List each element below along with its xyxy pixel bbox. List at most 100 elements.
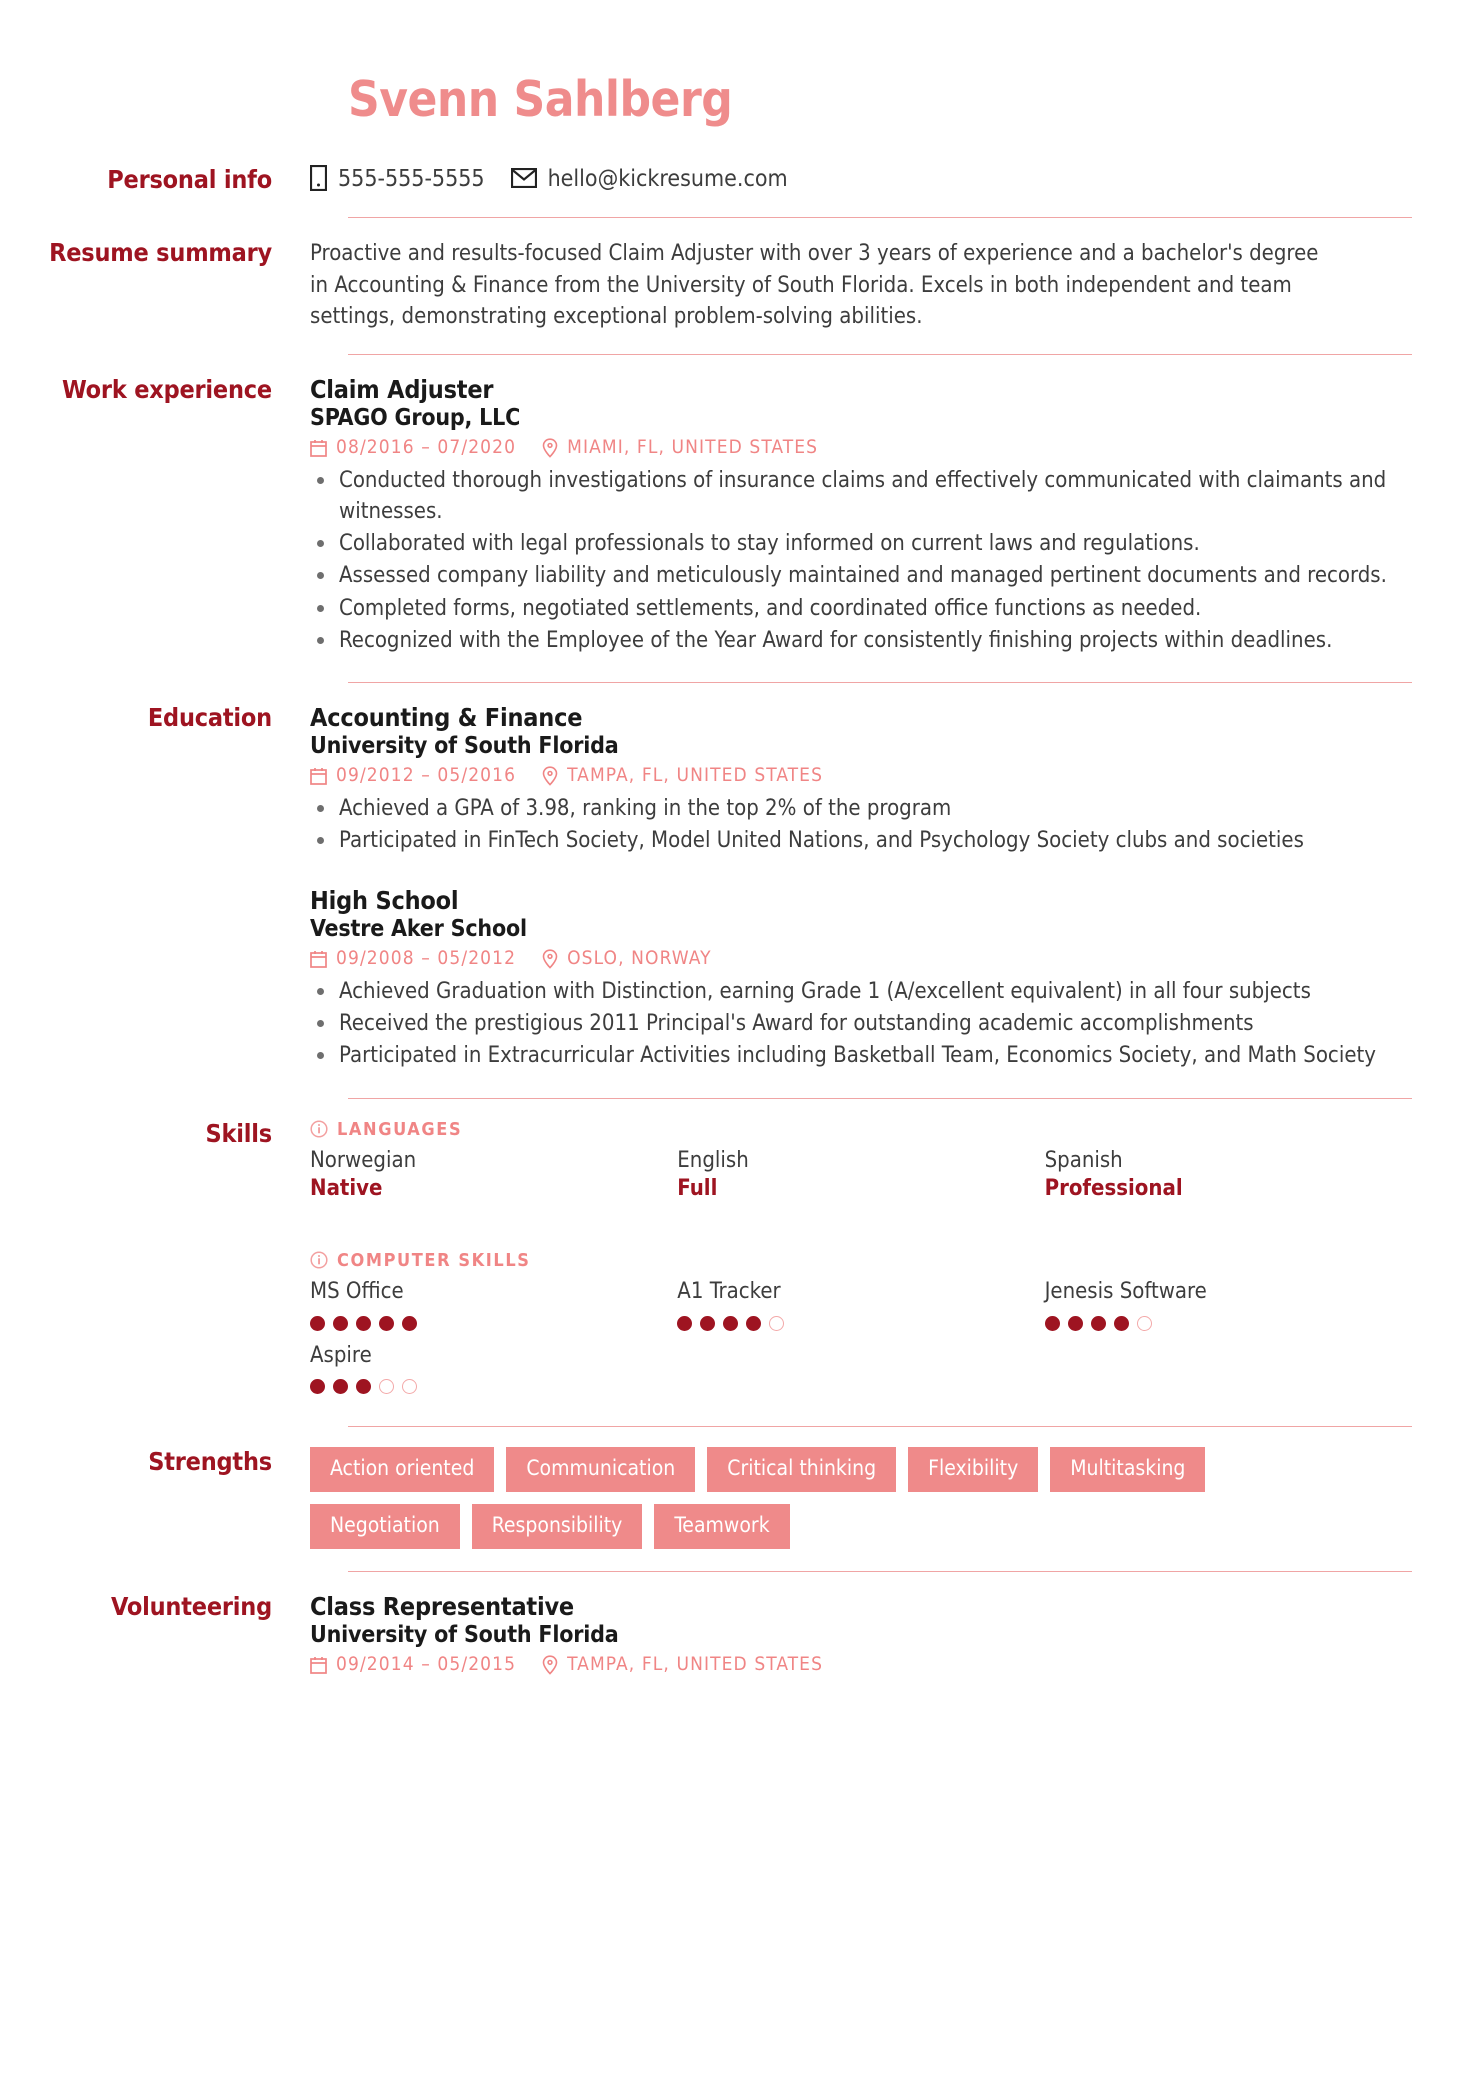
computer-skill-item: Jenesis Software [1044, 1277, 1412, 1331]
section-label-skills: Skills [205, 1118, 273, 1148]
divider-wrap-6 [0, 1549, 1468, 1592]
role-title: Class Representative [310, 1592, 574, 1622]
divider-wrap-2 [0, 332, 1468, 375]
language-item: English Full [677, 1146, 1044, 1204]
email-value: hello@kickresume.com [547, 165, 788, 192]
location-pin-icon [542, 949, 558, 969]
rating-dot-filled [310, 1379, 325, 1395]
computer-skill-item: MS Office [310, 1277, 677, 1331]
divider-wrap-1 [0, 195, 1468, 238]
education-bullets: Achieved Graduation with Distinction, ea… [310, 976, 1412, 1072]
divider-wrap-3 [0, 660, 1468, 703]
strength-tag: Responsibility [471, 1504, 643, 1550]
info-icon [310, 1120, 328, 1138]
language-level: Professional [1044, 1176, 1183, 1202]
strength-tag: Flexibility [908, 1447, 1039, 1493]
strength-tag: Critical thinking [707, 1447, 897, 1493]
contact-phone[interactable]: 555-555-5555 [310, 165, 485, 192]
job-title: Claim Adjuster [310, 375, 494, 405]
list-item: Recognized with the Employee of the Year… [310, 625, 1412, 656]
location: TAMPA, FL, UNITED STATES [567, 764, 824, 787]
company-name: SPAGO Group, LLC [310, 404, 521, 431]
entry-meta: 09/2012 – 05/2016 TAMPA, FL, UNITED STAT… [310, 766, 1412, 786]
divider [348, 1426, 1412, 1428]
list-item: Conducted thorough investigations of ins… [310, 465, 1412, 527]
rating-dot-filled [746, 1315, 762, 1331]
rating-dot-filled [333, 1315, 348, 1331]
list-item: Completed forms, negotiated settlements,… [310, 593, 1412, 624]
entry-meta: 09/2014 – 05/2015 TAMPA, FL, UNITED STAT… [310, 1655, 1412, 1675]
computer-skill-item: Aspire [310, 1341, 677, 1395]
list-item: Achieved Graduation with Distinction, ea… [310, 976, 1412, 1007]
rating-dot-empty [402, 1379, 417, 1395]
languages-subheading: LANGUAGES [310, 1119, 1412, 1140]
divider [348, 1571, 1412, 1573]
skill-name: Jenesis Software [1044, 1278, 1207, 1304]
computer-skills-label: COMPUTER SKILLS [337, 1249, 531, 1271]
rating-dot-empty [1136, 1315, 1152, 1331]
summary-text: Proactive and results-focused Claim Adju… [310, 241, 1319, 329]
skill-name: A1 Tracker [677, 1278, 781, 1304]
strength-tag: Communication [506, 1447, 696, 1493]
strength-tag: Action oriented [310, 1447, 495, 1493]
location: OSLO, NORWAY [567, 947, 712, 970]
language-item: Norwegian Native [310, 1146, 677, 1204]
section-label-work-experience: Work experience [61, 375, 272, 405]
strength-tag: Negotiation [310, 1504, 460, 1550]
location: MIAMI, FL, UNITED STATES [567, 436, 819, 459]
section-label-strengths: Strengths [148, 1447, 272, 1477]
rating-dot-filled [723, 1315, 739, 1331]
divider-wrap-5 [0, 1404, 1468, 1447]
personal-info-section: Personal info 555-555-5555 hello@kickres… [0, 165, 1468, 195]
calendar-icon [310, 950, 327, 968]
strengths-section: Strengths Action oriented Communication … [0, 1447, 1468, 1550]
date-range: 09/2008 – 05/2012 [336, 947, 517, 970]
location-pin-icon [542, 1655, 558, 1675]
divider [348, 354, 1412, 356]
degree-title: High School [310, 886, 459, 916]
education-entry: High School Vestre Aker School 09/2008 –… [310, 886, 1412, 1071]
list-item: Achieved a GPA of 3.98, ranking in the t… [310, 793, 1412, 824]
list-item: Participated in FinTech Society, Model U… [310, 825, 1412, 856]
skill-rating [677, 1315, 1044, 1331]
rating-dot-filled [1044, 1315, 1060, 1331]
languages-grid: Norwegian Native English Full Spanish Pr… [310, 1146, 1412, 1214]
skill-name: MS Office [310, 1278, 404, 1304]
language-name: English [677, 1147, 749, 1173]
email-icon [510, 168, 537, 189]
list-item: Assessed company liability and meticulou… [310, 560, 1412, 591]
date-range: 09/2012 – 05/2016 [336, 764, 517, 787]
contact-email[interactable]: hello@kickresume.com [510, 165, 788, 192]
skill-rating [310, 1379, 677, 1395]
calendar-icon [310, 439, 327, 457]
skills-section: Skills LANGUAGES Norwegian Native Englis… [0, 1119, 1468, 1405]
contact-list: 555-555-5555 hello@kickresume.com [310, 165, 1412, 192]
work-bullets: Conducted thorough investigations of ins… [310, 465, 1412, 656]
section-label-education: Education [147, 703, 272, 733]
phone-icon [310, 165, 327, 192]
date-range: 09/2014 – 05/2015 [336, 1653, 517, 1676]
education-bullets: Achieved a GPA of 3.98, ranking in the t… [310, 793, 1412, 856]
strength-tag: Multitasking [1050, 1447, 1206, 1493]
school-name: University of South Florida [310, 732, 619, 759]
rating-dot-filled [677, 1315, 693, 1331]
languages-label: LANGUAGES [337, 1118, 463, 1140]
computer-skill-item: A1 Tracker [677, 1277, 1044, 1331]
volunteering-entry: Class Representative University of South… [310, 1592, 1412, 1675]
rating-dot-filled [700, 1315, 716, 1331]
header: Svenn Sahlberg [0, 0, 1468, 143]
divider [348, 1097, 1412, 1099]
calendar-icon [310, 767, 327, 785]
rating-dot-filled [1090, 1315, 1106, 1331]
computer-skills-grid: MS Office A1 Tracker Jenesis Software As… [310, 1277, 1412, 1404]
rating-dot-filled [379, 1315, 394, 1331]
rating-dot-filled [310, 1315, 325, 1331]
language-level: Native [310, 1176, 383, 1202]
education-section: Education Accounting & Finance Universit… [0, 703, 1468, 1075]
skill-name: Aspire [310, 1342, 372, 1368]
strength-tag: Teamwork [654, 1504, 790, 1550]
section-label-resume-summary: Resume summary [49, 238, 272, 268]
page-title: Svenn Sahlberg [348, 71, 733, 128]
list-item: Received the prestigious 2011 Principal'… [310, 1008, 1412, 1039]
rating-dot-filled [356, 1315, 371, 1331]
